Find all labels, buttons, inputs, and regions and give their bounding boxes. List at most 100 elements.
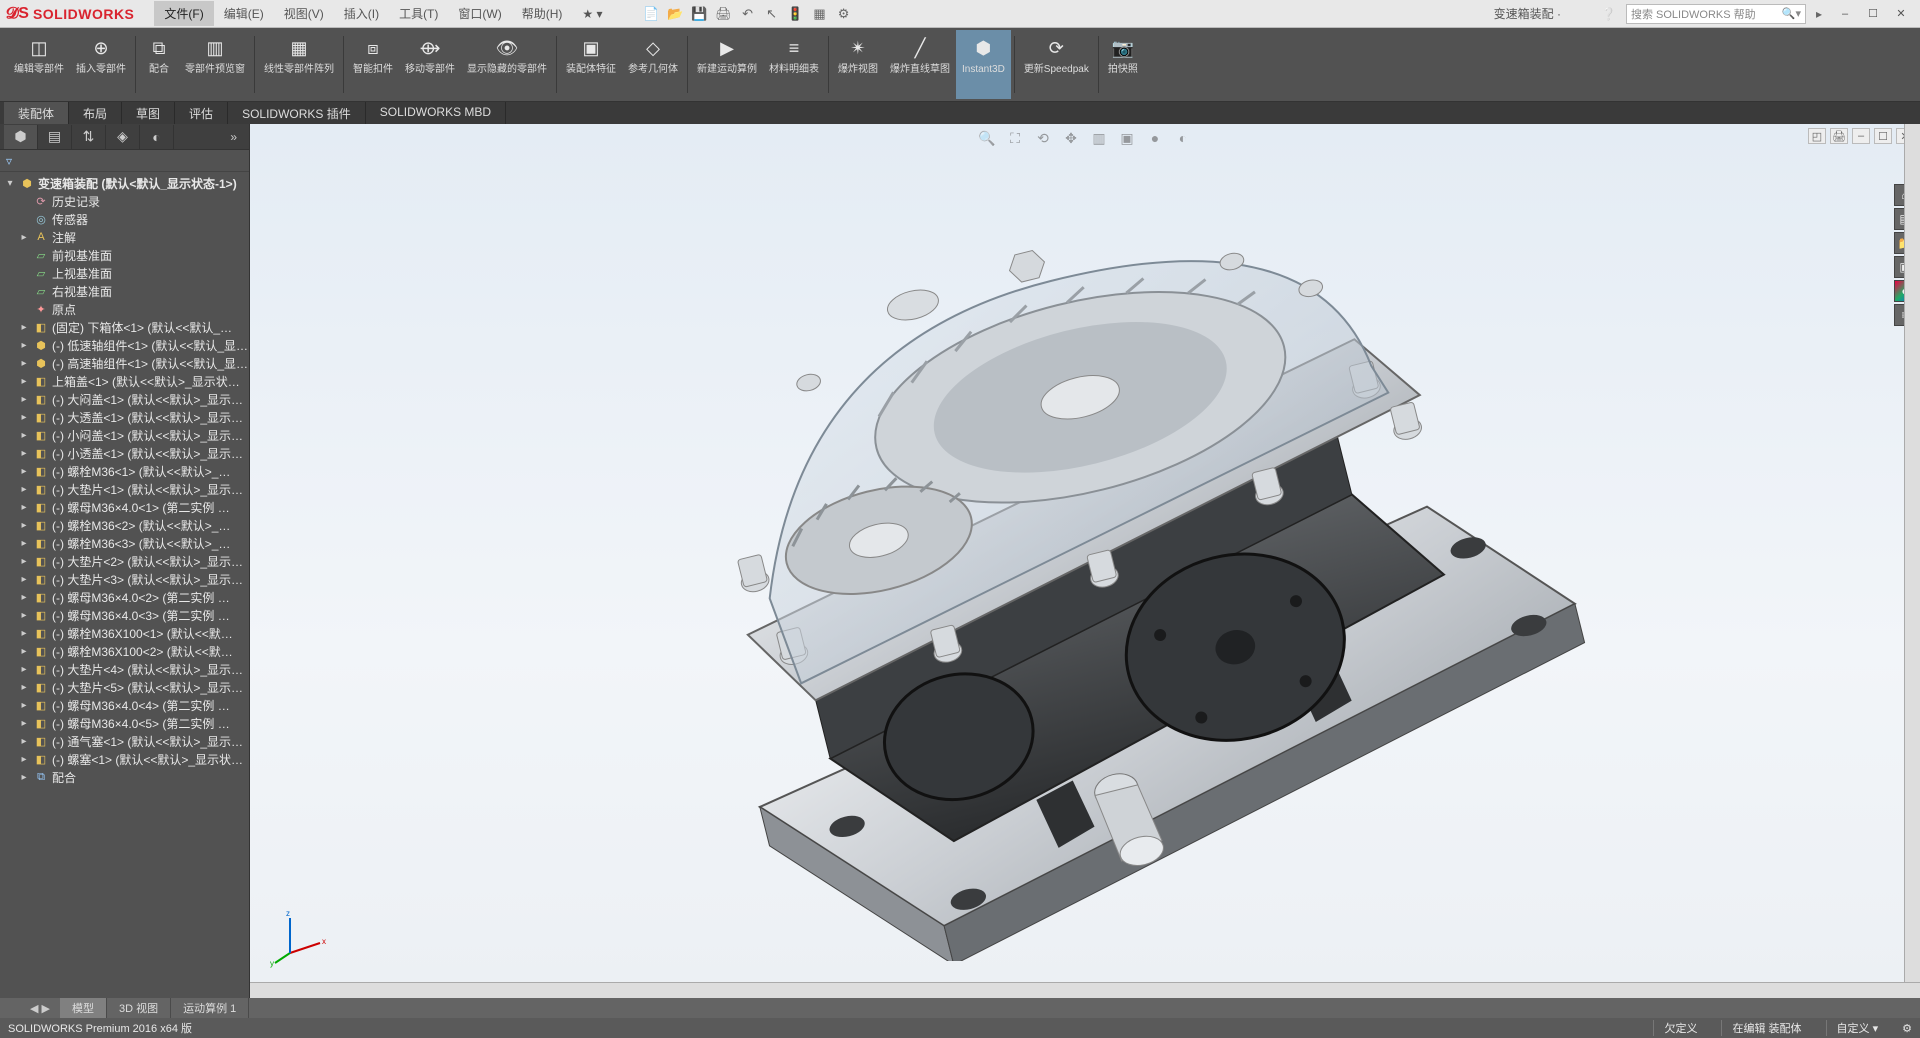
tree-row[interactable]: ▸◧(-) 大透盖<1> (默认<<默认>_显示… [0, 408, 249, 426]
tree-expander-icon[interactable]: ▸ [18, 628, 30, 639]
bottom-tab[interactable]: 模型 [60, 998, 107, 1018]
menu-item[interactable]: 插入(I) [334, 1, 389, 26]
window-min-icon[interactable]: – [1832, 5, 1858, 23]
menu-item[interactable]: 编辑(E) [214, 1, 274, 26]
menu-item[interactable]: 工具(T) [389, 1, 448, 26]
ribbon-button[interactable]: ◇参考几何体 [622, 30, 684, 99]
ribbon-button[interactable]: ▥零部件预览窗 [179, 30, 251, 99]
tree-row[interactable]: ▱前视基准面 [0, 246, 249, 264]
ribbon-button[interactable]: ⧈智能扣件 [347, 30, 399, 99]
bottom-tab[interactable]: 3D 视图 [107, 998, 171, 1018]
tree-expander-icon[interactable]: ▸ [18, 412, 30, 423]
ribbon-button[interactable]: ⟳更新Speedpak [1018, 30, 1095, 99]
tree-row[interactable]: ▱上视基准面 [0, 264, 249, 282]
tree-row[interactable]: ▱右视基准面 [0, 282, 249, 300]
bottom-tabs-nav-icon[interactable]: ◀ ▶ [20, 1002, 60, 1015]
hud-pan-icon[interactable]: ✥ [1061, 128, 1081, 148]
ribbon-button[interactable]: ╱爆炸直线草图 [884, 30, 956, 99]
tree-row[interactable]: ▸⬢(-) 高速轴组件<1> (默认<<默认_显… [0, 354, 249, 372]
hud-fit-icon[interactable]: ⛶ [1005, 128, 1025, 148]
tree-row[interactable]: ▸◧(-) 小透盖<1> (默认<<默认>_显示… [0, 444, 249, 462]
tree-expander-icon[interactable]: ▸ [18, 484, 30, 495]
viewport-print-icon[interactable]: 🖨 [1830, 128, 1848, 144]
ribbon-button[interactable]: ▶新建运动算例 [691, 30, 763, 99]
tree-row[interactable]: ▸◧(-) 螺母M36×4.0<2> (第二实例 … [0, 588, 249, 606]
tree-expander-icon[interactable]: ▸ [18, 700, 30, 711]
tree-row[interactable]: ▸◧(-) 螺母M36×4.0<3> (第二实例 … [0, 606, 249, 624]
tree-row[interactable]: ▸⬢(-) 低速轴组件<1> (默认<<默认_显… [0, 336, 249, 354]
qat-options-icon[interactable]: ⚙ [835, 5, 853, 23]
menu-item[interactable]: 文件(F) [154, 1, 213, 26]
hud-rotate-icon[interactable]: ⟲ [1033, 128, 1053, 148]
search-go-icon[interactable]: ▸ [1816, 7, 1822, 21]
tree-row[interactable]: ✦原点 [0, 300, 249, 318]
tree-expander-icon[interactable]: ▸ [18, 520, 30, 531]
tree-row[interactable]: ▸◧(-) 通气塞<1> (默认<<默认>_显示… [0, 732, 249, 750]
status-settings-icon[interactable]: ⚙ [1902, 1022, 1912, 1035]
ribbon-button[interactable]: 📷拍快照 [1102, 30, 1144, 99]
panel-tab-display[interactable]: ◐ [140, 125, 174, 149]
tree-row[interactable]: ▸◧(-) 螺栓M36X100<1> (默认<<默… [0, 624, 249, 642]
panel-tab-configmanager[interactable]: ⇅ [72, 125, 106, 149]
tree-expander-icon[interactable]: ▸ [18, 646, 30, 657]
tree-expander-icon[interactable]: ▸ [18, 448, 30, 459]
hud-display-icon[interactable]: ▣ [1117, 128, 1137, 148]
menu-item[interactable]: 视图(V) [274, 1, 334, 26]
menu-item[interactable]: 帮助(H) [512, 1, 573, 26]
horizontal-scrollbar[interactable] [250, 982, 1920, 998]
window-max-icon[interactable]: ☐ [1860, 5, 1886, 23]
qat-new-icon[interactable]: 📄 [643, 5, 661, 23]
hud-scene-icon[interactable]: ◐ [1173, 128, 1193, 148]
status-cell[interactable]: 自定义 ▾ [1826, 1020, 1889, 1036]
viewport-max-icon[interactable]: ☐ [1874, 128, 1892, 144]
tree-row[interactable]: ▸⧉配合 [0, 768, 249, 786]
tree-expander-icon[interactable]: ▸ [18, 610, 30, 621]
panel-tab-overflow-icon[interactable]: » [222, 130, 245, 144]
tree-expander-icon[interactable]: ▸ [18, 682, 30, 693]
tree-expander-icon[interactable]: ▸ [18, 754, 30, 765]
tree-expander-icon[interactable]: ▸ [18, 574, 30, 585]
tree-row[interactable]: ▸◧(-) 螺母M36×4.0<5> (第二实例 … [0, 714, 249, 732]
window-close-icon[interactable]: ✕ [1888, 5, 1914, 23]
tree-expander-icon[interactable]: ▸ [18, 232, 30, 243]
tree-expander-icon[interactable]: ▸ [18, 592, 30, 603]
tree-row[interactable]: ▸◧(-) 螺母M36×4.0<4> (第二实例 … [0, 696, 249, 714]
viewport-min-icon[interactable]: – [1852, 128, 1870, 144]
tree-expander-icon[interactable]: ▸ [18, 718, 30, 729]
command-tab[interactable]: SOLIDWORKS 插件 [228, 102, 366, 124]
command-tab[interactable]: SOLIDWORKS MBD [366, 102, 506, 124]
tree-expander-icon[interactable]: ▸ [18, 340, 30, 351]
tree-expander-icon[interactable]: ▸ [18, 466, 30, 477]
panel-tab-dimxpert[interactable]: ◈ [106, 125, 140, 149]
menu-overflow-icon[interactable]: ★ ▾ [572, 3, 612, 25]
filter-icon[interactable]: ▿ [6, 154, 12, 168]
bottom-tab[interactable]: 运动算例 1 [171, 998, 249, 1018]
tree-expander-icon[interactable]: ▸ [18, 736, 30, 747]
panel-tab-featuremanager[interactable]: ⬢ [4, 125, 38, 149]
qat-rebuild-icon[interactable]: 🚦 [787, 5, 805, 23]
tree-row[interactable]: ▸◧(-) 螺母M36×4.0<1> (第二实例 … [0, 498, 249, 516]
tree-row[interactable]: ◎传感器 [0, 210, 249, 228]
tree-row[interactable]: ▸◧(-) 大闷盖<1> (默认<<默认>_显示… [0, 390, 249, 408]
tree-expander-icon[interactable]: ▾ [4, 178, 16, 189]
command-tab[interactable]: 草图 [122, 102, 175, 124]
ribbon-button[interactable]: ⧉配合 [139, 30, 179, 99]
tree-row[interactable]: ▸◧(-) 大垫片<5> (默认<<默认>_显示… [0, 678, 249, 696]
hud-appearance-icon[interactable]: ● [1145, 128, 1165, 148]
command-tab[interactable]: 布局 [69, 102, 122, 124]
tree-expander-icon[interactable]: ▸ [18, 664, 30, 675]
qat-pointer-icon[interactable]: ↖ [763, 5, 781, 23]
panel-tab-propertymanager[interactable]: ▤ [38, 125, 72, 149]
tree-expander-icon[interactable]: ▸ [18, 538, 30, 549]
command-tab[interactable]: 装配体 [4, 102, 69, 124]
tree-row[interactable]: ▸◧(固定) 下箱体<1> (默认<<默认_… [0, 318, 249, 336]
ribbon-button[interactable]: ⊕插入零部件 [70, 30, 132, 99]
tree-row[interactable]: ▸◧(-) 大垫片<3> (默认<<默认>_显示… [0, 570, 249, 588]
ribbon-button[interactable]: ◫编辑零部件 [8, 30, 70, 99]
ribbon-button[interactable]: 👁显示隐藏的零部件 [461, 30, 553, 99]
tree-row[interactable]: ▸◧(-) 螺栓M36<3> (默认<<默认>_… [0, 534, 249, 552]
ribbon-button[interactable]: ▦线性零部件阵列 [258, 30, 340, 99]
search-input[interactable]: 搜索 SOLIDWORKS 帮助🔍▾ [1626, 4, 1806, 24]
tree-row[interactable]: ▸◧(-) 螺栓M36<1> (默认<<默认>_… [0, 462, 249, 480]
tree-expander-icon[interactable]: ▸ [18, 430, 30, 441]
